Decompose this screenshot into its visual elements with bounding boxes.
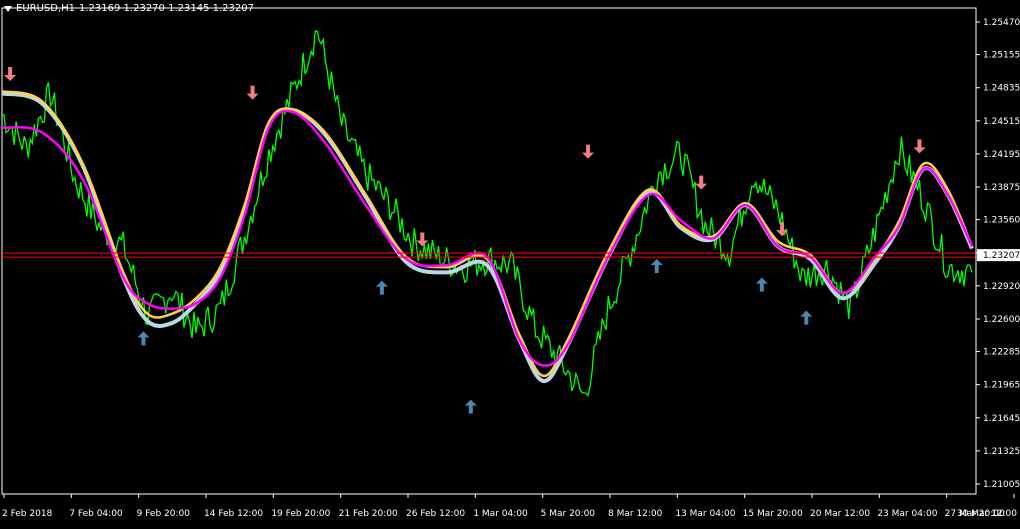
sell-arrow-down-icon <box>4 66 17 81</box>
y-tick-label: 1.25155 <box>983 51 1020 61</box>
chart-header: EURUSD,H1 1.23169 1.23270 1.23145 1.2320… <box>4 3 254 14</box>
x-tick-label: 19 Feb 20:00 <box>271 509 330 519</box>
y-tick-label: 1.23875 <box>983 183 1020 193</box>
x-tick-label: 2 Feb 2018 <box>2 509 53 519</box>
x-tick-label: 13 Mar 04:00 <box>675 509 735 519</box>
y-tick-label: 1.22600 <box>983 315 1020 325</box>
x-tick-label: 20 Mar 12:00 <box>810 509 870 519</box>
x-tick-label: 23 Mar 04:00 <box>877 509 937 519</box>
lag-ma-line <box>1 91 974 383</box>
y-tick-label: 1.21965 <box>983 381 1020 391</box>
x-tick-label: 26 Feb 12:00 <box>406 509 465 519</box>
x-tick-label: 5 Mar 20:00 <box>541 509 596 519</box>
fast-ma-line <box>1 109 974 367</box>
y-tick-label: 1.22285 <box>983 348 1020 358</box>
slow-ma-line <box>1 90 974 378</box>
y-tick-label: 1.24515 <box>983 117 1020 127</box>
chevron-down-icon[interactable] <box>4 5 12 12</box>
sell-arrow-down-icon <box>582 144 595 159</box>
buy-arrow-up-icon <box>375 280 388 295</box>
y-tick-label: 1.21005 <box>983 480 1020 490</box>
x-tick-label: 8 Mar 12:00 <box>608 509 663 519</box>
buy-arrow-up-icon <box>755 277 768 292</box>
buy-arrow-up-icon <box>800 310 813 325</box>
y-tick-label: 1.21325 <box>983 447 1020 457</box>
buy-arrow-up-icon <box>137 331 150 346</box>
buy-arrow-up-icon <box>650 258 663 273</box>
y-tick-label: 1.24195 <box>983 150 1020 160</box>
x-tick-label: 30 Mar 12:00 <box>957 509 1017 519</box>
y-tick-label: 1.24835 <box>983 84 1020 94</box>
x-tick-label: 14 Feb 12:00 <box>204 509 263 519</box>
x-tick-label: 7 Feb 04:00 <box>69 509 123 519</box>
sell-arrow-down-icon <box>416 232 429 247</box>
price-series-line <box>1 30 973 398</box>
y-tick-label: 1.25470 <box>983 18 1020 28</box>
y-tick-label: 1.23560 <box>983 216 1020 226</box>
x-tick-label: 9 Feb 20:00 <box>137 509 191 519</box>
ohlc-values: 1.23169 1.23270 1.23145 1.23207 <box>79 3 254 14</box>
y-tick-label: 1.22920 <box>983 282 1020 292</box>
current-price-label: 1.23207 <box>983 251 1020 261</box>
x-tick-label: 1 Mar 04:00 <box>473 509 528 519</box>
buy-arrow-up-icon <box>464 399 477 414</box>
x-tick-label: 15 Mar 20:00 <box>743 509 803 519</box>
x-tick-label: 21 Feb 20:00 <box>339 509 398 519</box>
chart-window[interactable]: 1.25470 1.25155 1.24835 1.24515 1.24195 1.238… <box>0 0 1020 525</box>
y-tick-label: 1.21645 <box>983 414 1020 424</box>
sell-arrow-down-icon <box>246 85 259 100</box>
symbol-timeframe: EURUSD,H1 <box>16 3 76 14</box>
sell-arrow-down-icon <box>913 139 926 154</box>
sell-arrow-down-icon <box>695 175 708 190</box>
price-chart[interactable]: 1.25470 1.25155 1.24835 1.24515 1.24195 1.238… <box>0 0 1020 525</box>
